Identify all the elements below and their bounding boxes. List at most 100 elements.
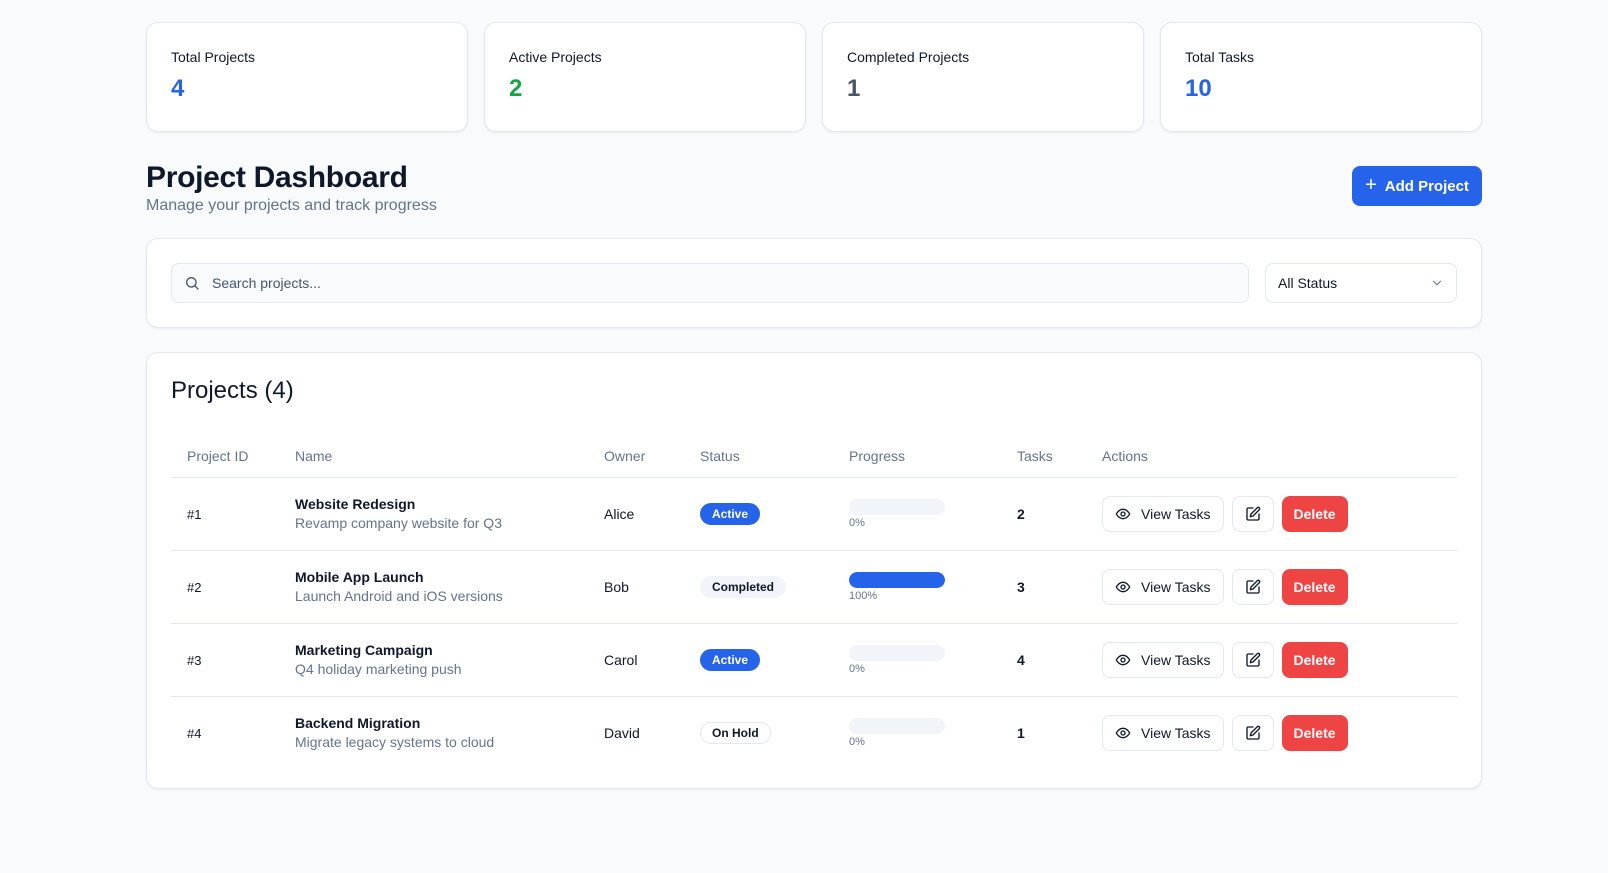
eye-icon bbox=[1115, 654, 1131, 665]
row-actions: View Tasks Delete bbox=[1102, 641, 1457, 678]
page-header: Project Dashboard Manage your projects a… bbox=[146, 160, 1482, 238]
edit-icon bbox=[1245, 579, 1260, 594]
filter-bar: All Status bbox=[146, 238, 1482, 328]
project-id: #2 bbox=[187, 579, 202, 595]
view-tasks-button[interactable]: View Tasks bbox=[1102, 568, 1224, 605]
eye-icon bbox=[1115, 581, 1131, 592]
projects-panel: Projects (4) Project ID Name Owner Statu… bbox=[146, 352, 1482, 789]
stat-label: Active Projects bbox=[509, 49, 602, 65]
project-description: Revamp company website for Q3 bbox=[295, 515, 502, 531]
stat-label: Total Tasks bbox=[1185, 49, 1254, 65]
progress-label: 0% bbox=[849, 516, 865, 529]
row-actions: View Tasks Delete bbox=[1102, 714, 1457, 751]
stat-label: Total Projects bbox=[171, 49, 256, 65]
eye-icon bbox=[1115, 508, 1131, 519]
column-header-status: Status bbox=[700, 429, 849, 478]
view-tasks-button[interactable]: View Tasks bbox=[1102, 714, 1224, 751]
stat-label: Completed Projects bbox=[847, 49, 970, 65]
delete-button[interactable]: Delete bbox=[1281, 495, 1348, 532]
progress-label: 0% bbox=[849, 662, 865, 675]
stat-value: 2 bbox=[509, 75, 523, 102]
eye-icon bbox=[1115, 727, 1131, 739]
view-tasks-button[interactable]: View Tasks bbox=[1102, 495, 1224, 532]
stat-card-completed-projects: Completed Projects 1 bbox=[822, 22, 1144, 132]
edit-button[interactable] bbox=[1231, 641, 1274, 678]
edit-icon bbox=[1245, 652, 1260, 667]
table-header-row: Project ID Name Owner Status Progress Ta… bbox=[171, 429, 1457, 478]
project-id: #4 bbox=[187, 725, 202, 741]
search-icon bbox=[186, 277, 199, 290]
project-name: Backend Migration bbox=[295, 715, 421, 732]
status-badge: Active bbox=[700, 502, 761, 525]
status-badge: Active bbox=[700, 648, 761, 671]
projects-title: Projects (4) bbox=[171, 377, 294, 404]
row-actions: View Tasks Delete bbox=[1102, 495, 1457, 532]
dashboard: Total Projects 4 Active Projects 2 Compl… bbox=[146, 22, 1482, 789]
progress-bar bbox=[849, 717, 945, 734]
edit-icon bbox=[1245, 725, 1260, 740]
progress-fill bbox=[849, 571, 945, 588]
project-owner: Bob bbox=[604, 578, 629, 595]
edit-button[interactable] bbox=[1231, 714, 1274, 751]
project-rows: #1 Website Redesign Revamp company websi… bbox=[171, 477, 1457, 769]
plus-icon: + bbox=[1365, 174, 1377, 196]
search-input[interactable] bbox=[172, 264, 1248, 302]
column-header-owner: Owner bbox=[604, 429, 700, 478]
page-title: Project Dashboard bbox=[146, 161, 408, 194]
task-count: 4 bbox=[1017, 651, 1025, 668]
progress-bar bbox=[849, 498, 945, 515]
progress-label: 100% bbox=[849, 589, 878, 602]
project-description: Migrate legacy systems to cloud bbox=[295, 734, 495, 751]
project-name: Marketing Campaign bbox=[295, 642, 433, 658]
task-count: 1 bbox=[1017, 724, 1025, 741]
status-filter-select[interactable]: All Status bbox=[1265, 263, 1457, 303]
stat-value: 4 bbox=[171, 75, 185, 102]
progress-bar bbox=[849, 644, 945, 661]
add-project-label: Add Project bbox=[1384, 177, 1469, 195]
project-owner: Carol bbox=[604, 651, 638, 668]
status-badge: On Hold bbox=[700, 721, 771, 744]
stat-card-total-tasks: Total Tasks 10 bbox=[1160, 22, 1482, 132]
delete-button[interactable]: Delete bbox=[1281, 568, 1348, 605]
view-tasks-label: View Tasks bbox=[1141, 651, 1211, 668]
view-tasks-label: View Tasks bbox=[1141, 578, 1211, 595]
column-header-project-id: Project ID bbox=[171, 429, 295, 478]
view-tasks-label: View Tasks bbox=[1141, 724, 1211, 741]
search-box[interactable] bbox=[171, 263, 1249, 303]
column-header-name: Name bbox=[295, 429, 604, 478]
task-count: 2 bbox=[1017, 505, 1025, 522]
row-actions: View Tasks Delete bbox=[1102, 568, 1457, 605]
stat-value: 10 bbox=[1185, 75, 1212, 102]
column-header-actions: Actions bbox=[1102, 429, 1457, 478]
stats-row: Total Projects 4 Active Projects 2 Compl… bbox=[146, 22, 1482, 132]
column-header-progress: Progress bbox=[849, 429, 1017, 478]
project-id: #3 bbox=[187, 652, 202, 668]
progress-label: 0% bbox=[849, 735, 865, 748]
page-subtitle: Manage your projects and track progress bbox=[146, 197, 437, 214]
projects-table: Project ID Name Owner Status Progress Ta… bbox=[171, 429, 1457, 769]
table-row: #4 Backend Migration Migrate legacy syst… bbox=[171, 696, 1457, 769]
edit-icon bbox=[1245, 506, 1260, 521]
table-row: #2 Mobile App Launch Launch Android and … bbox=[171, 550, 1457, 624]
project-description: Q4 holiday marketing push bbox=[295, 661, 462, 677]
column-header-tasks: Tasks bbox=[1017, 429, 1102, 478]
edit-button[interactable] bbox=[1231, 568, 1274, 605]
view-tasks-button[interactable]: View Tasks bbox=[1102, 641, 1224, 678]
chevron-down-icon bbox=[1432, 280, 1442, 286]
task-count: 3 bbox=[1017, 578, 1025, 595]
view-tasks-label: View Tasks bbox=[1141, 505, 1211, 522]
project-owner: David bbox=[604, 724, 640, 741]
table-row: #3 Marketing Campaign Q4 holiday marketi… bbox=[171, 623, 1457, 697]
delete-button[interactable]: Delete bbox=[1281, 641, 1348, 678]
project-name: Website Redesign bbox=[295, 496, 416, 512]
project-name: Mobile App Launch bbox=[295, 569, 424, 585]
delete-button[interactable]: Delete bbox=[1281, 714, 1348, 751]
status-filter-value: All Status bbox=[1278, 275, 1338, 291]
project-id: #1 bbox=[187, 506, 202, 522]
add-project-button[interactable]: + Add Project bbox=[1352, 166, 1482, 206]
stat-card-total-projects: Total Projects 4 bbox=[146, 22, 468, 132]
stat-card-active-projects: Active Projects 2 bbox=[484, 22, 806, 132]
status-badge: Completed bbox=[700, 575, 787, 598]
edit-button[interactable] bbox=[1231, 495, 1274, 532]
project-owner: Alice bbox=[604, 505, 635, 522]
